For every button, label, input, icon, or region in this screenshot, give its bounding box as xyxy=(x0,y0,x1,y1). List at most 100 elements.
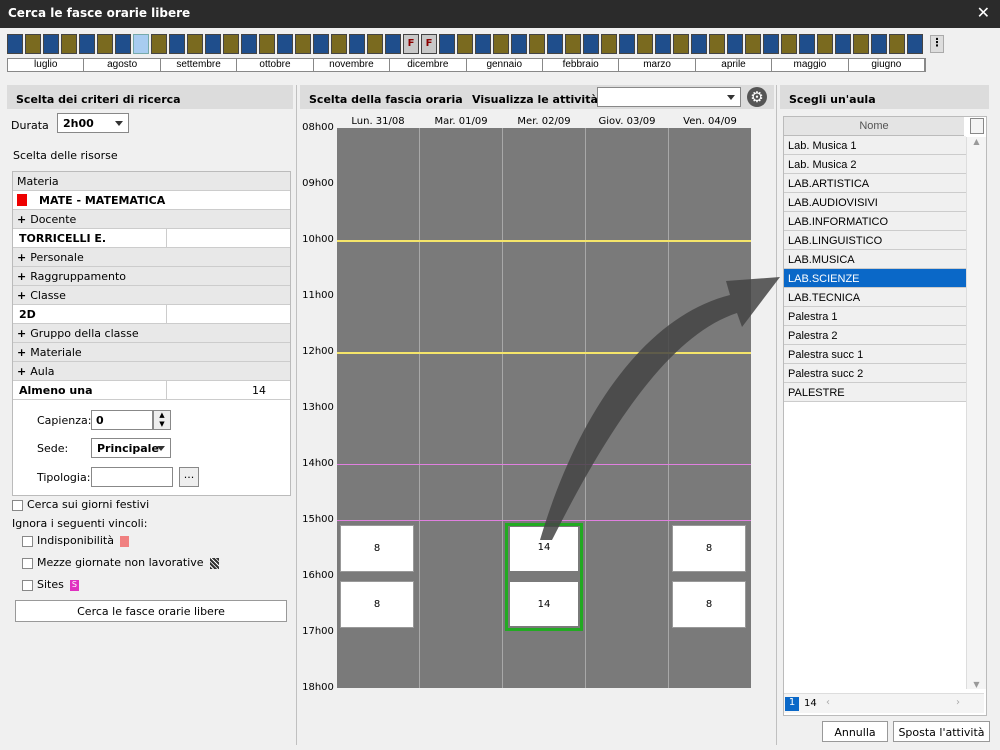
month-label[interactable]: marzo xyxy=(619,59,696,71)
room-item[interactable]: Palestra succ 2 xyxy=(784,364,966,383)
room-item[interactable]: LAB.TECNICA xyxy=(784,288,966,307)
week-cell[interactable] xyxy=(169,34,185,54)
almeno-row[interactable]: Almeno una 14 xyxy=(13,381,290,400)
scroll-down-icon[interactable]: ▼ xyxy=(967,680,986,689)
docente-value-row[interactable]: TORRICELLI E. xyxy=(13,229,290,248)
search-button[interactable]: Cerca le fasce orarie libere xyxy=(15,600,287,622)
week-cell[interactable] xyxy=(151,34,167,54)
week-cell[interactable] xyxy=(871,34,887,54)
tipologia-button[interactable]: ... xyxy=(179,467,199,487)
room-item[interactable]: Lab. Musica 2 xyxy=(784,155,966,174)
room-item[interactable]: LAB.ARTISTICA xyxy=(784,174,966,193)
slot-cell[interactable]: 8 xyxy=(340,581,414,628)
week-cell[interactable] xyxy=(565,34,581,54)
week-cell[interactable] xyxy=(457,34,473,54)
week-cell[interactable] xyxy=(349,34,365,54)
close-icon[interactable]: ✕ xyxy=(977,3,990,22)
cancel-button[interactable]: Annulla xyxy=(822,721,888,742)
slot-cell[interactable]: 8 xyxy=(672,581,746,628)
month-label[interactable]: agosto xyxy=(84,59,161,71)
holiday-week[interactable]: F xyxy=(421,34,437,54)
month-label[interactable]: ottobre xyxy=(237,59,314,71)
capienza-stepper[interactable]: ▲ ▼ xyxy=(153,410,171,430)
room-item[interactable]: LAB.INFORMATICO xyxy=(784,212,966,231)
week-cell[interactable] xyxy=(601,34,617,54)
week-cell[interactable] xyxy=(43,34,59,54)
sede-select[interactable]: Principale xyxy=(91,438,171,458)
week-cell[interactable] xyxy=(835,34,851,54)
week-cell[interactable] xyxy=(655,34,671,54)
week-cell[interactable] xyxy=(295,34,311,54)
scroll-left-icon[interactable]: ‹ xyxy=(826,697,830,708)
week-cell[interactable] xyxy=(205,34,221,54)
month-label[interactable]: luglio xyxy=(8,59,85,71)
week-cell[interactable] xyxy=(637,34,653,54)
month-label[interactable]: settembre xyxy=(161,59,238,71)
room-item[interactable]: Palestra 1 xyxy=(784,307,966,326)
aula-row[interactable]: + Aula xyxy=(13,362,290,381)
week-cell[interactable] xyxy=(439,34,455,54)
week-cell[interactable] xyxy=(673,34,689,54)
week-cell[interactable] xyxy=(61,34,77,54)
slot-cell[interactable]: 14 xyxy=(510,582,578,626)
sites-checkbox[interactable]: Sites S xyxy=(22,578,79,591)
week-cell[interactable] xyxy=(223,34,239,54)
durata-select[interactable]: 2h00 xyxy=(57,113,129,133)
week-cell[interactable] xyxy=(709,34,725,54)
week-cell[interactable] xyxy=(583,34,599,54)
week-cell[interactable] xyxy=(115,34,131,54)
week-cell[interactable] xyxy=(619,34,635,54)
week-cell[interactable] xyxy=(763,34,779,54)
week-cell[interactable] xyxy=(7,34,23,54)
scrollbar[interactable]: ▲ ▼ xyxy=(966,137,986,689)
month-label[interactable]: gennaio xyxy=(467,59,543,71)
week-cell[interactable] xyxy=(907,34,923,54)
docente-row[interactable]: + Docente xyxy=(13,210,290,229)
column-header[interactable]: Nome xyxy=(784,117,964,136)
page-current[interactable]: 1 xyxy=(785,697,799,711)
week-cell[interactable] xyxy=(853,34,869,54)
week-cell[interactable] xyxy=(889,34,905,54)
mezze-checkbox[interactable]: Mezze giornate non lavorative xyxy=(22,556,219,569)
week-cell[interactable] xyxy=(259,34,275,54)
gear-icon[interactable]: ⚙ xyxy=(747,87,767,107)
week-cell[interactable] xyxy=(781,34,797,54)
month-label[interactable]: novembre xyxy=(314,59,391,71)
week-cell[interactable] xyxy=(817,34,833,54)
month-label[interactable]: dicembre xyxy=(390,59,467,71)
materia-row[interactable]: MATE - MATEMATICA xyxy=(13,191,290,210)
week-cell[interactable] xyxy=(331,34,347,54)
room-item[interactable]: LAB.MUSICA xyxy=(784,250,966,269)
month-label[interactable]: giugno xyxy=(849,59,926,71)
raggruppamento-row[interactable]: + Raggruppamento xyxy=(13,267,290,286)
week-cell[interactable] xyxy=(79,34,95,54)
week-cell[interactable] xyxy=(511,34,527,54)
holiday-week[interactable]: F xyxy=(403,34,419,54)
room-item[interactable]: Palestra 2 xyxy=(784,326,966,345)
scroll-right-icon[interactable]: › xyxy=(956,697,960,708)
week-cell[interactable] xyxy=(745,34,761,54)
month-label[interactable]: aprile xyxy=(696,59,773,71)
room-item[interactable]: LAB.LINGUISTICO xyxy=(784,231,966,250)
week-cell[interactable] xyxy=(493,34,509,54)
week-cell[interactable] xyxy=(367,34,383,54)
room-item[interactable]: LAB.AUDIOVISIVI xyxy=(784,193,966,212)
capienza-input[interactable]: 0 xyxy=(91,410,153,430)
week-cell[interactable] xyxy=(241,34,257,54)
week-cell[interactable] xyxy=(475,34,491,54)
scroll-up-icon[interactable]: ▲ xyxy=(967,137,986,146)
classe-row[interactable]: + Classe xyxy=(13,286,290,305)
indisp-checkbox[interactable]: Indisponibilità xyxy=(22,534,129,547)
festivi-checkbox[interactable]: Cerca sui giorni festivi xyxy=(12,498,149,511)
materiale-row[interactable]: + Materiale xyxy=(13,343,290,362)
week-cell[interactable] xyxy=(277,34,293,54)
week-strip[interactable]: FF xyxy=(7,34,925,54)
classe-value-row[interactable]: 2D xyxy=(13,305,290,324)
week-cell[interactable] xyxy=(187,34,203,54)
week-cell[interactable] xyxy=(25,34,41,54)
week-cell[interactable] xyxy=(313,34,329,54)
month-label[interactable]: febbraio xyxy=(543,59,620,71)
week-cell[interactable] xyxy=(799,34,815,54)
room-item[interactable]: LAB.SCIENZE xyxy=(784,269,966,288)
week-cell[interactable] xyxy=(529,34,545,54)
